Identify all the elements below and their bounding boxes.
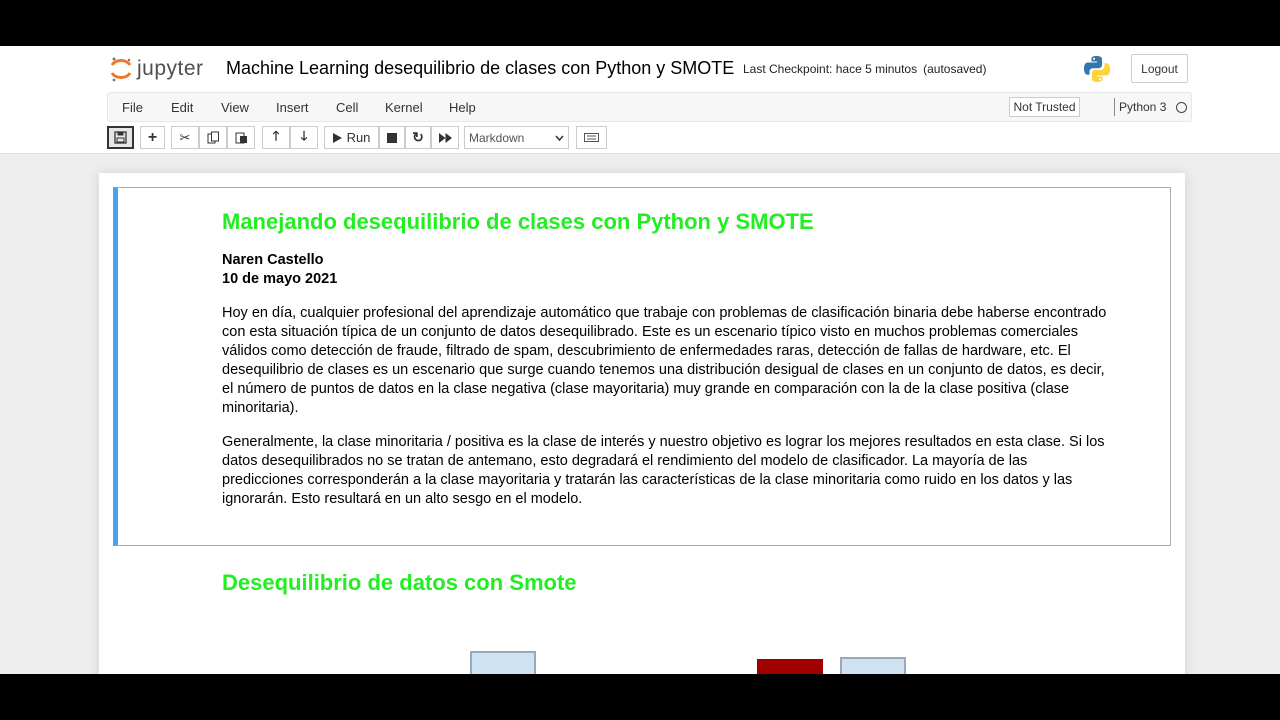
cell-heading: Manejando desequilibrio de clases con Py…	[222, 209, 814, 234]
paragraph-line: válidos como detección de fraude, filtra…	[222, 343, 1071, 359]
menu-view[interactable]: View	[221, 100, 249, 115]
save-button[interactable]	[107, 126, 134, 149]
play-icon	[332, 132, 342, 143]
notebook-title[interactable]: Machine Learning desequilibrio de clases…	[226, 58, 734, 79]
letterbox-top	[0, 0, 1280, 46]
paragraph-line: Hoy en día, cualquier profesional del ap…	[222, 305, 1107, 321]
menu-file[interactable]: File	[122, 100, 143, 115]
jupyter-window: jupyter Machine Learning desequilibrio d…	[0, 46, 1280, 674]
restart-button[interactable]: ↻	[405, 126, 431, 149]
menu-cell[interactable]: Cell	[336, 100, 358, 115]
fast-forward-icon	[438, 132, 452, 143]
menu-insert[interactable]: Insert	[276, 100, 309, 115]
author-name: Naren Castello	[222, 252, 324, 268]
intro-paragraph-2: Generalmente, la clase minoritaria / pos…	[222, 433, 1152, 509]
paste-icon	[235, 132, 247, 144]
trust-status-button[interactable]: Not Trusted	[1009, 97, 1080, 117]
paragraph-line: Generalmente, la clase minoritaria / pos…	[222, 434, 1105, 450]
figure-bar-original	[470, 651, 536, 674]
keyboard-icon	[584, 133, 599, 142]
menu-edit[interactable]: Edit	[171, 100, 193, 115]
logout-button[interactable]: Logout	[1131, 54, 1188, 83]
kernel-idle-icon	[1176, 102, 1187, 113]
notebook-container: Manejando desequilibrio de clases con Py…	[99, 173, 1185, 674]
paragraph-line: desequilibrio de clases es un escenario …	[222, 362, 1105, 378]
toolbar: + ✂ 🡑 🡓 Run ↻ Markdown	[107, 126, 627, 150]
run-label: Run	[346, 130, 371, 145]
command-palette-button[interactable]	[576, 126, 607, 149]
arrow-up-icon: 🡑	[272, 127, 280, 143]
stop-icon	[387, 132, 397, 143]
restart-icon: ↻	[412, 129, 424, 145]
intro-paragraph-1: Hoy en día, cualquier profesional del ap…	[222, 304, 1152, 418]
cell-type-value: Markdown	[469, 130, 525, 145]
checkpoint-status: Last Checkpoint: hace 5 minutos (autosave…	[743, 62, 986, 76]
interrupt-button[interactable]	[379, 126, 405, 149]
figure-bar-minority	[757, 659, 823, 674]
run-button[interactable]: Run	[324, 126, 379, 149]
jupyter-logo-text: jupyter	[137, 57, 204, 80]
plus-icon: +	[147, 128, 158, 146]
paragraph-line: datos desequilibrados no se tratan de an…	[222, 453, 1028, 469]
menu-kernel[interactable]: Kernel	[385, 100, 423, 115]
restart-run-all-button[interactable]	[431, 126, 459, 149]
paragraph-line: predicciones corresponderán a la clase m…	[222, 472, 1073, 488]
python-logo-icon	[1084, 56, 1110, 82]
autosave-status: (autosaved)	[923, 62, 987, 76]
letterbox-bottom	[0, 674, 1280, 720]
cut-button[interactable]: ✂	[171, 126, 199, 149]
save-icon	[114, 131, 127, 144]
copy-icon	[207, 131, 219, 144]
paragraph-line: ignorarán. Esto resultará en un alto ses…	[222, 491, 583, 507]
notebook-header: jupyter Machine Learning desequilibrio d…	[0, 46, 1280, 154]
checkpoint-text: Last Checkpoint: hace 5 minutos	[743, 62, 918, 76]
paragraph-line: el número de puntos de datos en la clase…	[222, 381, 1070, 397]
move-down-button[interactable]: 🡓	[290, 126, 318, 149]
jupyter-logo[interactable]: jupyter	[110, 55, 204, 83]
figure-bar-majority	[840, 657, 906, 674]
kernel-name[interactable]: Python 3	[1119, 100, 1166, 114]
copy-button[interactable]	[199, 126, 227, 149]
paragraph-line: con esta situación típica de un conjunto…	[222, 324, 1078, 340]
kernel-separator	[1114, 98, 1115, 116]
scissors-icon: ✂	[179, 129, 191, 145]
insert-cell-button[interactable]: +	[140, 126, 165, 149]
cell-type-select[interactable]: Markdown	[464, 126, 569, 149]
publish-date: 10 de mayo 2021	[222, 271, 338, 287]
chevron-down-icon	[555, 135, 564, 141]
smote-heading: Desequilibrio de datos con Smote	[222, 570, 577, 595]
menubar: File Edit View Insert Cell Kernel Help N…	[107, 92, 1192, 122]
paragraph-line: minoritaria).	[222, 400, 299, 416]
paste-button[interactable]	[227, 126, 255, 149]
arrow-down-icon: 🡓	[300, 127, 308, 143]
jupyter-logo-icon	[110, 57, 132, 82]
move-up-button[interactable]: 🡑	[262, 126, 290, 149]
menu-help[interactable]: Help	[449, 100, 476, 115]
